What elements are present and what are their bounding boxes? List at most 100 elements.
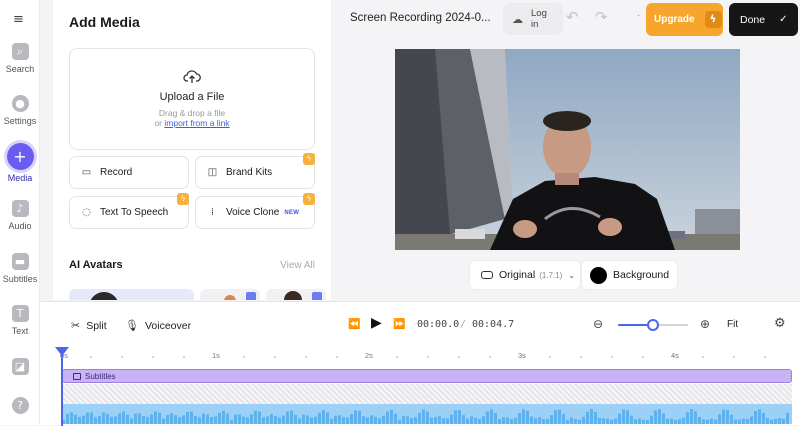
waveform-bar [538, 417, 541, 424]
fast-forward-button[interactable]: ⏩ [393, 319, 405, 330]
video-track[interactable] [62, 384, 792, 404]
view-all-link[interactable]: View All [280, 260, 315, 271]
sidebar-item-text[interactable]: T Text [0, 305, 40, 336]
waveform-bar [462, 415, 465, 424]
avatar-card[interactable] [69, 289, 194, 300]
voiceover-label: Voiceover [144, 319, 192, 332]
zoom-slider[interactable] [618, 319, 688, 331]
current-time: 00:00.0 [417, 319, 460, 330]
text-to-speech-button[interactable]: ◌ Text To Speech ϟ [69, 193, 189, 229]
waveform-bar [450, 414, 453, 424]
waveform-bar [510, 419, 513, 424]
play-button[interactable]: ▶ [371, 315, 382, 331]
waveform-bar [110, 416, 113, 424]
waveform-bar [466, 418, 469, 424]
zoom-in-button[interactable]: ⊕ [700, 317, 710, 331]
record-button[interactable]: ▭ Record [69, 156, 189, 189]
zoom-out-button[interactable]: ⊖ [593, 317, 603, 331]
waveform-bar [658, 409, 661, 424]
project-title[interactable]: Screen Recording 2024-0... [350, 12, 491, 24]
sidebar-item-settings[interactable]: ● Settings [0, 95, 40, 126]
sidebar-item-audio[interactable]: ♪ Audio [0, 200, 40, 231]
waveform-bar [214, 416, 217, 424]
done-button[interactable]: Done ✓ [729, 3, 798, 36]
subtitles-track-label: Subtitles [85, 371, 116, 381]
undo-icon: ↶ [566, 8, 579, 26]
tile-label: Record [100, 167, 133, 178]
ai-avatars-title: AI Avatars [69, 259, 123, 271]
upload-dropzone[interactable]: Upload a File Drag & drop a file or impo… [69, 48, 315, 150]
waveform-bar [322, 410, 325, 424]
avatar-badge-icon [246, 292, 256, 300]
upload-or: or [154, 118, 162, 128]
waveform-bar [402, 415, 405, 424]
waveform-bar [650, 415, 653, 424]
login-button[interactable]: ☁ Log in [503, 3, 563, 35]
waveform-bar [366, 417, 369, 424]
ruler-label: 3s [518, 351, 526, 360]
waveform-bar [562, 414, 565, 424]
upgrade-button[interactable]: Upgrade ϟ [646, 3, 723, 36]
waveform-bar [386, 411, 389, 424]
undo-button[interactable]: ↶ [566, 8, 579, 26]
waveform-bar [242, 416, 245, 424]
voice-clone-button[interactable]: ⁞ Voice Clone NEW ϟ [195, 193, 315, 229]
subtitles-track[interactable]: Subtitles [62, 369, 792, 383]
waveform-bar [98, 415, 101, 424]
timeline-settings-button[interactable]: ⚙ [774, 316, 786, 331]
aspect-ratio-dropdown[interactable]: Original (1.7:1) ⌄ [470, 261, 580, 289]
text-icon: T [11, 305, 29, 322]
waveform-bar [542, 419, 545, 424]
checkmark-icon: ✓ [779, 14, 788, 25]
redo-button[interactable]: ↷ [595, 8, 608, 26]
avatar-badge-icon [312, 292, 322, 300]
waveform-bar [762, 412, 765, 424]
help-button[interactable]: ? [0, 397, 40, 414]
waveform-bar [358, 410, 361, 424]
rewind-button[interactable]: ⏪ [348, 319, 360, 330]
voiceover-button[interactable]: 🎙 Voiceover [125, 319, 191, 332]
waveform-bar [86, 412, 89, 424]
ruler-tick [427, 356, 429, 358]
avatar-card[interactable] [266, 289, 326, 300]
waveform-bar [582, 416, 585, 424]
fit-button[interactable]: Fit [727, 319, 738, 330]
ruler-label: 2s [365, 351, 373, 360]
waveform-bar [230, 419, 233, 424]
audio-track[interactable] [62, 404, 792, 424]
brand-kits-button[interactable]: ◫ Brand Kits ϟ [195, 153, 315, 189]
hamburger-menu-icon[interactable]: ≡ [13, 12, 26, 27]
waveform-bar [346, 417, 349, 424]
sidebar-item-more[interactable]: ◪ [0, 358, 40, 375]
waveform-bar [614, 418, 617, 424]
waveform-bar [362, 416, 365, 424]
speech-bubble-icon: ◌ [82, 207, 91, 218]
cloud-off-icon: ☁ [512, 12, 523, 26]
background-label: Background [613, 269, 670, 281]
upload-title: Upload a File [159, 91, 225, 103]
waveform-bar [178, 417, 181, 424]
waveform-bar [574, 418, 577, 424]
timeline-ruler[interactable]: 0s 1s 2s 3s 4s [40, 348, 800, 364]
split-button[interactable]: ✂ Split [71, 319, 107, 332]
sidebar-item-search[interactable]: ⌕ Search [0, 43, 40, 74]
background-button[interactable]: Background [582, 261, 677, 289]
video-preview[interactable] [395, 49, 740, 250]
zoom-slider-knob[interactable] [647, 319, 659, 331]
playhead-handle[interactable] [55, 347, 69, 356]
aspect-ratio-icon [481, 271, 493, 279]
waveform-bar [382, 415, 385, 424]
sidebar-item-subtitles[interactable]: ▬ Subtitles [0, 253, 40, 284]
sidebar-item-media[interactable]: + Media [0, 143, 40, 183]
panel-title: Add Media [69, 14, 140, 30]
ruler-tick [458, 356, 460, 358]
waveform-bar [598, 417, 601, 424]
waveform-bar [94, 417, 97, 424]
playhead[interactable] [61, 348, 63, 426]
zoom-out-icon: ⊖ [593, 317, 604, 331]
import-link[interactable]: import from a link [164, 118, 229, 128]
waveform-bar [118, 413, 121, 424]
avatar-card[interactable] [200, 289, 260, 300]
waveform-bar [374, 416, 377, 424]
waveform-bar [266, 416, 269, 424]
